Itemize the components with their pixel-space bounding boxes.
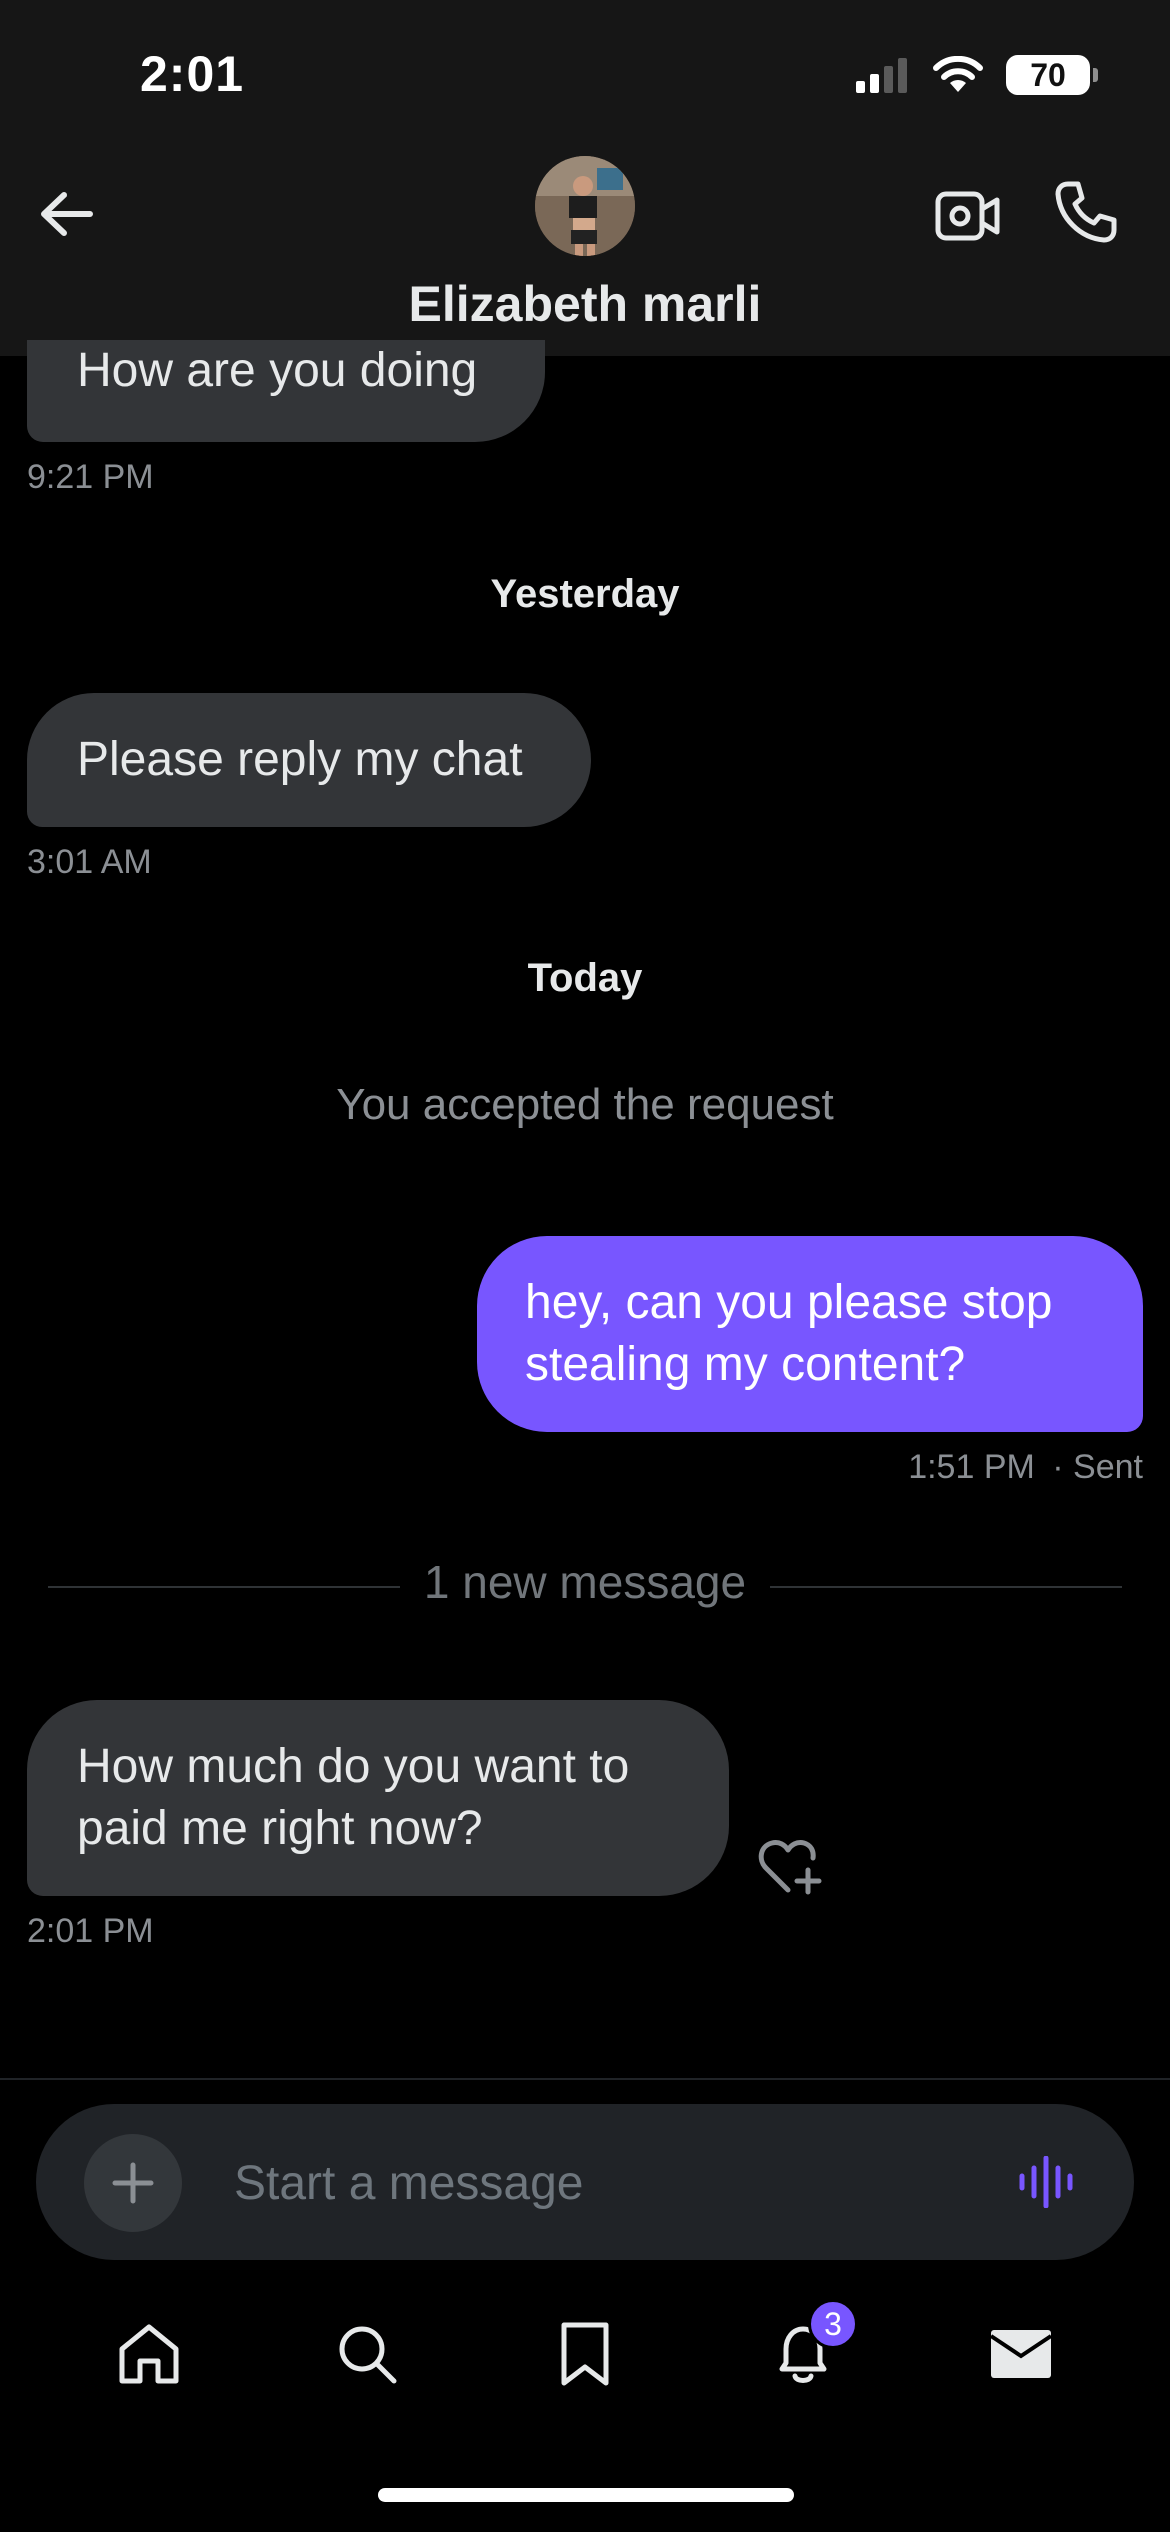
status-time: 2:01 [140,46,245,102]
tab-bookmarks[interactable] [540,2309,630,2399]
back-arrow-icon [41,192,93,236]
tab-notifications[interactable]: 3 [758,2299,858,2399]
message-composer [36,2104,1134,2260]
message-timestamp: 3:01 AM [27,843,152,881]
message-timestamp: 1:51 PM · Sent [908,1448,1143,1486]
incoming-message-bubble[interactable]: Please reply my chat [27,693,591,827]
voice-message-button[interactable] [1012,2146,1084,2218]
home-indicator [378,2488,794,2502]
message-text: hey, can you please stop stealing my con… [525,1276,1053,1391]
request-accepted-note: You accepted the request [336,1080,834,1129]
react-button[interactable] [758,1836,824,1896]
notification-count-badge: 3 [808,2299,858,2349]
message-timestamp: 2:01 PM [27,1912,154,1950]
bookmark-icon [561,2322,609,2386]
outgoing-message-bubble[interactable]: hey, can you please stop stealing my con… [477,1236,1143,1432]
message-text: How are you doing [77,344,478,397]
status-bar: 2:01 70 [0,0,1170,150]
mail-icon [989,2330,1053,2378]
phone-icon [1055,181,1117,243]
contact-name[interactable]: Elizabeth marli [0,275,1170,333]
heart-plus-icon [758,1840,822,1895]
tab-home[interactable] [104,2309,194,2399]
bottom-tab-bar: 3 [0,2284,1170,2424]
search-icon [339,2326,397,2384]
tab-messages[interactable] [976,2309,1066,2399]
message-timestamp: 9:21 PM [27,458,154,496]
message-text: How much do you want to paid me right no… [77,1740,630,1855]
status-icons: 70 [854,55,1098,95]
back-button[interactable] [28,176,104,252]
phone-call-button[interactable] [1046,172,1126,252]
incoming-message-bubble[interactable]: How are you doing [27,340,545,442]
video-call-button[interactable] [930,178,1006,254]
conversation-header: Elizabeth marli [0,150,1170,356]
message-status: · Sent [1052,1448,1143,1486]
wifi-icon [933,56,983,92]
cellular-signal-icon [856,58,907,93]
new-message-divider: 1 new message [423,1556,747,1608]
battery-indicator: 70 [1006,55,1098,95]
plus-icon [112,2162,154,2204]
tab-search[interactable] [322,2309,412,2399]
video-call-icon [935,191,1000,241]
day-separator: Yesterday [490,572,680,616]
composer-area [0,2078,1170,2284]
message-input[interactable] [234,2134,974,2232]
contact-avatar[interactable] [535,156,635,256]
day-separator: Today [527,956,643,1000]
avatar-photo [535,156,635,256]
incoming-message-bubble[interactable]: How much do you want to paid me right no… [27,1700,729,1896]
divider-line-right [770,1586,1122,1588]
message-text: Please reply my chat [77,733,523,786]
voice-wave-icon [1019,2156,1073,2208]
add-media-button[interactable] [84,2134,182,2232]
home-icon [119,2324,179,2384]
